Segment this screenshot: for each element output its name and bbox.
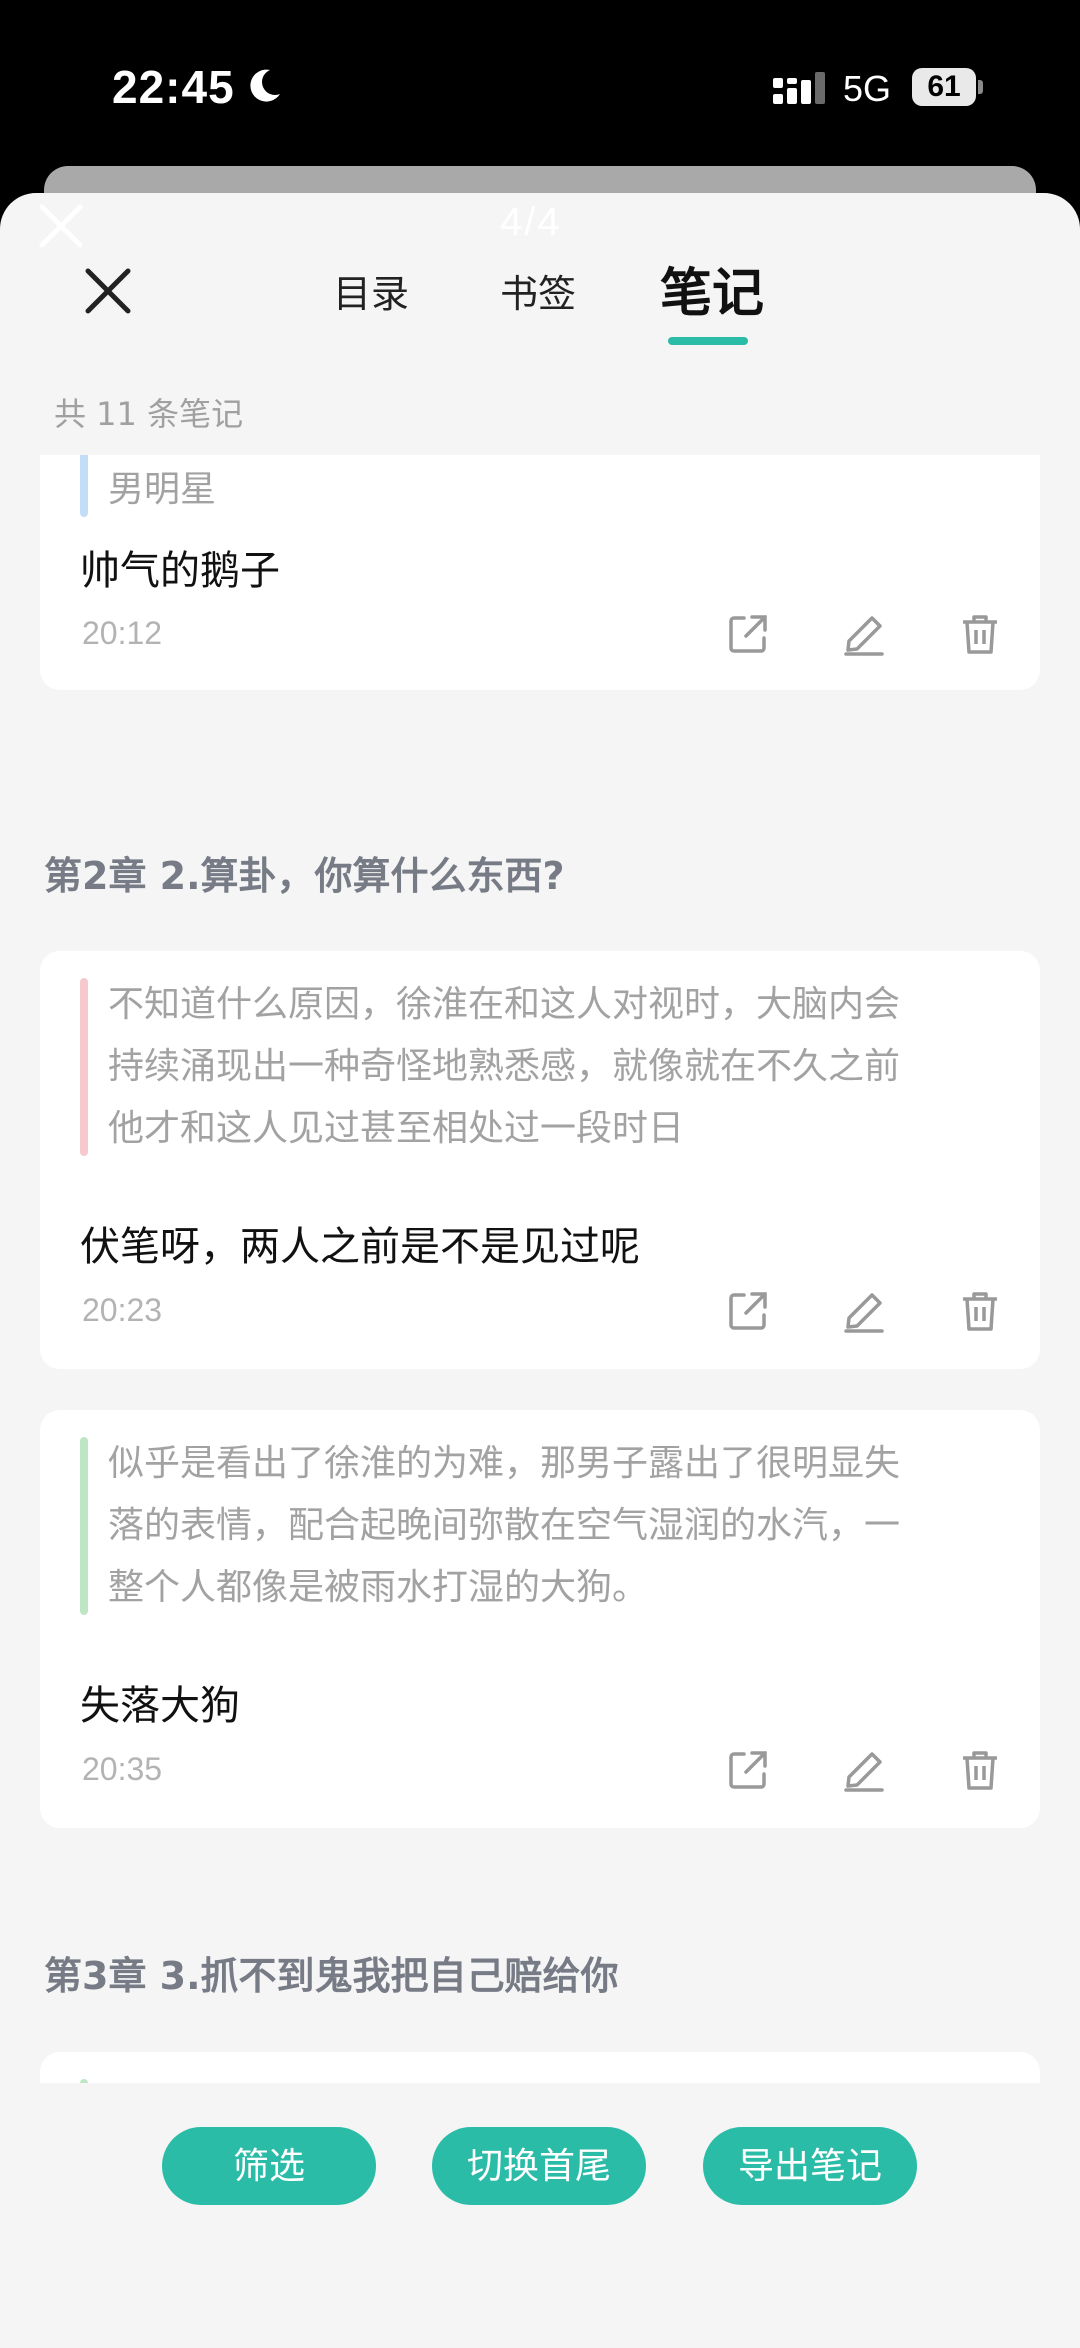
quote-excerpt: 不知道什么原因，徐淮在和这人对视时，大脑内会 持续涌现出一种奇怪地熟悉感，就像就… xyxy=(80,974,960,1160)
share-icon[interactable] xyxy=(726,612,770,656)
footer-bar: 筛选 切换首尾 导出笔记 xyxy=(0,2083,1080,2348)
edit-icon[interactable] xyxy=(842,612,886,656)
edit-icon[interactable] xyxy=(842,1748,886,1792)
note-time: 20:23 xyxy=(82,1292,163,1328)
note-count: 共 11 条笔记 xyxy=(54,395,244,433)
notes-sheet: 4/4 目录 书签 笔记 共 11 条笔记 男明星 帅气的鹅子 20:12 第2… xyxy=(0,193,1080,2348)
quote-bar xyxy=(80,1437,88,1615)
close-button[interactable] xyxy=(80,263,136,319)
tab-bookmarks[interactable]: 书签 xyxy=(500,263,576,323)
note-card[interactable]: 似乎是看出了徐淮的为难，那男子露出了很明显失 落的表情，配合起晚间弥散在空气湿润… xyxy=(40,1410,1040,1828)
quote-line: 整个人都像是被雨水打湿的大狗。 xyxy=(108,1567,649,1608)
quote-line: 落的表情，配合起晚间弥散在空气湿润的水汽，一 xyxy=(108,1505,901,1546)
status-bar: 22:45 5G 61 xyxy=(0,0,1080,170)
quote-line: 他才和这人见过甚至相处过一段时日 xyxy=(108,1108,685,1149)
note-time: 20:35 xyxy=(82,1751,163,1787)
trash-icon[interactable] xyxy=(958,1289,1002,1333)
page-counter: 4/4 xyxy=(500,200,562,244)
notes-list[interactable]: 男明星 帅气的鹅子 20:12 第2章 2.算卦，你算什么东西? 不知道什么原因 xyxy=(0,455,1080,2095)
quote-excerpt: 男明星 xyxy=(80,455,960,521)
note-card[interactable]: 男明星 帅气的鹅子 20:12 xyxy=(40,455,1040,690)
note-card[interactable]: 不知道什么原因，徐淮在和这人对视时，大脑内会 持续涌现出一种奇怪地熟悉感，就像就… xyxy=(40,951,1040,1369)
share-icon[interactable] xyxy=(726,1748,770,1792)
close-icon xyxy=(39,204,83,248)
quote-bar xyxy=(80,978,88,1156)
trash-icon[interactable] xyxy=(958,1748,1002,1792)
quote-line: 不知道什么原因，徐淮在和这人对视时，大脑内会 xyxy=(108,984,901,1025)
signal-icon xyxy=(773,72,825,104)
status-time: 22:45 xyxy=(112,61,235,113)
note-text: 失落大狗 xyxy=(80,1683,240,1729)
note-text: 伏笔呀，两人之前是不是见过呢 xyxy=(80,1224,640,1270)
tab-contents[interactable]: 目录 xyxy=(333,263,409,323)
note-time: 20:12 xyxy=(82,615,163,651)
tab-notes[interactable]: 笔记 xyxy=(660,251,764,324)
quote-excerpt: 似乎是看出了徐淮的为难，那男子露出了很明显失 落的表情，配合起晚间弥散在空气湿润… xyxy=(80,1433,960,1619)
quote-line: 持续涌现出一种奇怪地熟悉感，就像就在不久之前 xyxy=(108,1046,901,1087)
quote-line: 男明星 xyxy=(108,469,217,510)
active-tab-indicator xyxy=(668,337,748,345)
chapter-title: 第3章 3.抓不到鬼我把自己赔给你 xyxy=(44,1954,619,1998)
battery-tip xyxy=(978,80,983,94)
chapter-title: 第2章 2.算卦，你算什么东西? xyxy=(44,854,565,898)
note-text: 帅气的鹅子 xyxy=(80,548,280,594)
battery-indicator: 61 xyxy=(912,68,976,106)
share-icon[interactable] xyxy=(726,1289,770,1333)
export-notes-button[interactable]: 导出笔记 xyxy=(703,2127,917,2205)
trash-icon[interactable] xyxy=(958,612,1002,656)
filter-button[interactable]: 筛选 xyxy=(162,2127,376,2205)
switch-order-button[interactable]: 切换首尾 xyxy=(432,2127,646,2205)
edit-icon[interactable] xyxy=(842,1289,886,1333)
quote-bar xyxy=(80,455,88,517)
quote-line: 似乎是看出了徐淮的为难，那男子露出了很明显失 xyxy=(108,1443,901,1484)
network-label: 5G xyxy=(843,68,892,109)
moon-icon xyxy=(250,69,280,102)
